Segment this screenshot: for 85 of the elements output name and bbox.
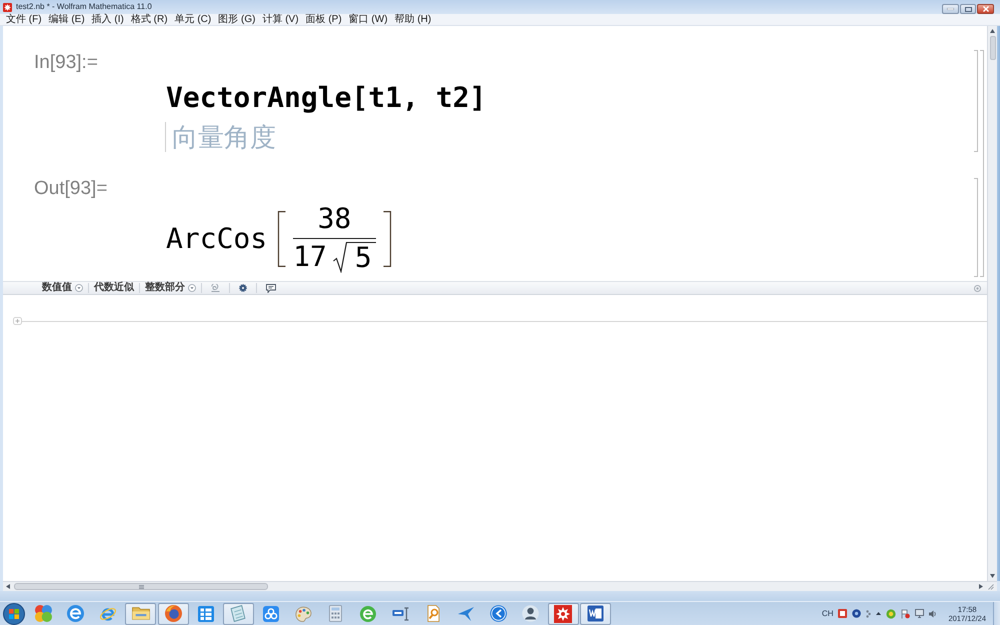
spiral-icon[interactable] [211, 284, 220, 292]
vertical-scrollbar[interactable] [987, 26, 997, 581]
e-circle-icon [67, 605, 84, 622]
input-code[interactable]: VectorAngle[t1, t2] [166, 81, 486, 115]
close-icon [982, 6, 988, 12]
taskbar-button[interactable] [125, 602, 156, 624]
comment-icon[interactable] [266, 284, 276, 292]
resize-grip-icon[interactable] [988, 584, 994, 590]
left-bracket-icon [277, 210, 286, 266]
tiles-icon [198, 606, 214, 622]
maximize-icon [964, 6, 972, 12]
language-indicator[interactable]: CH [822, 608, 834, 618]
document-search-icon [426, 605, 440, 622]
ring-icon[interactable] [852, 609, 862, 618]
right-bracket-icon [382, 210, 392, 266]
function-name: ArcCos [166, 222, 268, 256]
menu-item[interactable]: 编辑 (E) [48, 14, 85, 25]
menu-item[interactable]: 计算 (V) [262, 14, 299, 25]
menu-item[interactable]: 帮助 (H) [394, 14, 432, 25]
start-orb-icon[interactable] [3, 602, 25, 624]
suggestion-button[interactable]: 数值值 [37, 282, 88, 294]
scrollbar-thumb[interactable] [990, 36, 996, 60]
annotation-text: 向量角度 [165, 122, 276, 152]
circles-cluster-icon [34, 605, 52, 622]
close-button[interactable] [977, 4, 994, 14]
scrollbar-thumb[interactable] [14, 583, 268, 590]
bar-cursor-icon [392, 606, 409, 620]
dropdown-icon [75, 284, 83, 292]
scroll-up-icon [990, 29, 995, 33]
suggestion-button[interactable]: 代数近似 [89, 282, 139, 294]
e-circle-icon [360, 606, 376, 622]
circle-dot-icon[interactable] [974, 284, 981, 292]
taskbar-button[interactable] [548, 602, 578, 624]
menu-item[interactable]: 文件 (F) [6, 14, 42, 25]
notepad-icon [230, 605, 246, 622]
flame-globe-icon [164, 605, 182, 622]
taskbar-button[interactable] [158, 602, 188, 624]
grip-icon [138, 584, 144, 588]
output-label: Out[93]= [34, 178, 108, 200]
minimize-icon [947, 8, 954, 10]
speaker-icon[interactable] [929, 610, 938, 618]
cell-bracket[interactable] [974, 50, 978, 152]
dots-icon[interactable] [866, 610, 872, 618]
scroll-right-icon [979, 584, 983, 589]
person-icon [522, 605, 539, 622]
horizontal-scrollbar[interactable] [3, 581, 997, 591]
document-icon [587, 605, 604, 622]
chevron-circle-icon [490, 605, 506, 622]
square-tile-icon[interactable] [838, 609, 848, 618]
rings-tile-icon [262, 606, 278, 622]
window-title: test2.nb * - Wolfram Mathematica 11.0 [16, 2, 153, 12]
calculator-icon [329, 605, 342, 622]
menu-item[interactable]: 图形 (G) [218, 14, 256, 25]
gear-logo-icon [3, 2, 12, 12]
plus-icon[interactable] [13, 317, 22, 325]
input-label: In[93]:= [34, 52, 98, 74]
menu-item[interactable]: 面板 (P) [306, 14, 342, 25]
palette-icon [294, 606, 312, 622]
maximize-button[interactable] [960, 4, 976, 14]
gear-tile-icon [554, 604, 572, 622]
show-hidden-icon[interactable] [876, 612, 882, 615]
numerator-text: 38 [318, 204, 352, 234]
denominator-text: 17 [293, 242, 327, 272]
taskbar-button[interactable] [580, 602, 611, 624]
menu-item[interactable]: 格式 (R) [130, 14, 168, 25]
menu-item[interactable]: 窗口 (W) [348, 14, 388, 25]
suggestion-button[interactable]: 整数部分 [140, 282, 201, 294]
ball-icon[interactable] [886, 608, 896, 618]
radical-sign-icon [332, 242, 347, 273]
monitor-icon[interactable] [915, 609, 924, 618]
show-desktop-button[interactable] [993, 602, 1000, 625]
menu-item[interactable]: 单元 (C) [174, 14, 212, 25]
taskbar-button[interactable] [222, 602, 254, 624]
menu-item[interactable]: 插入 (I) [92, 14, 124, 25]
minimize-button[interactable] [942, 4, 959, 14]
radicand-text: 5 [346, 242, 376, 273]
group-bracket[interactable] [980, 50, 984, 277]
cell-bracket[interactable] [974, 178, 978, 277]
scroll-left-icon [6, 584, 10, 589]
gear-icon[interactable] [239, 284, 247, 292]
dropdown-icon [188, 284, 196, 292]
folder-icon [132, 606, 150, 621]
scroll-down-icon [990, 574, 995, 578]
flag-icon[interactable] [901, 608, 910, 618]
bird-icon [456, 606, 474, 622]
